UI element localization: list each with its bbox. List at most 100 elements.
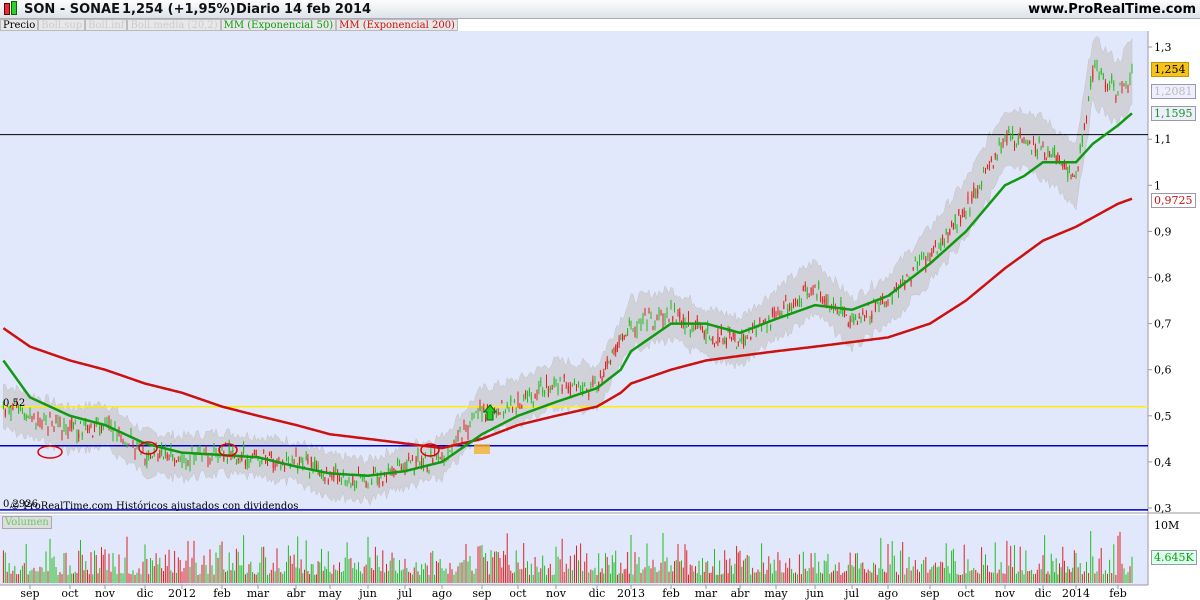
legend-boll-sup[interactable]: Boll.sup [38, 19, 86, 31]
volume-bar [413, 567, 415, 583]
candle [179, 458, 181, 460]
volume-bar [411, 574, 413, 583]
volume-bar [51, 558, 53, 583]
candle [441, 455, 443, 460]
candle [130, 431, 132, 433]
candle [207, 457, 209, 465]
candle [618, 339, 620, 345]
candle [235, 462, 237, 464]
volume-bar [521, 569, 523, 583]
candle [954, 214, 956, 225]
footer-copyright: © ProRealTime.com Históricos ajustados c… [10, 501, 299, 512]
volume-bar [106, 569, 108, 583]
candle [346, 484, 348, 486]
legend-ema50[interactable]: MM (Exponencial 50) [220, 19, 337, 31]
x-tick-label: sep [920, 587, 939, 600]
volume-bar [335, 569, 337, 583]
candle [1052, 148, 1054, 156]
candle [1065, 167, 1067, 170]
volume-bar [981, 547, 983, 583]
volume-bar [642, 569, 644, 583]
candle [1045, 159, 1047, 161]
candle [736, 348, 738, 350]
candle [923, 253, 925, 256]
volume-bar [175, 572, 177, 583]
volume-bar [693, 571, 695, 583]
volume-bar [369, 557, 371, 583]
volume-bar [102, 554, 104, 583]
candle [731, 339, 732, 341]
volume-bar [1098, 558, 1100, 583]
candle [675, 320, 677, 322]
legend-boll-inf[interactable]: Boll.inf [85, 19, 128, 31]
volume-bar [936, 567, 938, 583]
volume-bar [992, 572, 994, 583]
candle [781, 313, 783, 316]
candle [640, 320, 642, 329]
candle [1006, 133, 1008, 143]
candle [469, 423, 471, 427]
candle [887, 302, 889, 306]
candle [689, 332, 691, 334]
candle [717, 332, 719, 344]
volume-bar [844, 571, 846, 583]
candle [1017, 137, 1019, 145]
ema200-tag: 0,9725 [1151, 193, 1196, 208]
volume-bar [1113, 544, 1115, 583]
volume-bar [555, 546, 557, 583]
candle [949, 229, 951, 235]
volume-bar [816, 573, 818, 583]
volume-bar [78, 550, 80, 583]
volume-bar [785, 562, 787, 583]
candle [1107, 84, 1108, 88]
x-tick-label: mar [695, 587, 718, 600]
volume-bar [668, 571, 670, 583]
y-tick-label: 0,8 [1154, 272, 1172, 285]
x-tick-label: 2014 [1062, 587, 1090, 600]
candle [87, 425, 88, 430]
volume-bar [940, 561, 942, 583]
site-link[interactable]: www.ProRealTime.com [1028, 2, 1196, 17]
volume-bar [996, 573, 998, 583]
volume-bar [829, 573, 831, 583]
volume-bar [517, 562, 519, 583]
candle [485, 417, 487, 422]
legend-boll-media[interactable]: Boll.media (20,2) [127, 19, 221, 31]
volume-bar [189, 566, 191, 583]
volume-bar [770, 563, 772, 583]
legend-ema200[interactable]: MM (Exponencial 200) [336, 19, 458, 31]
candle [365, 480, 367, 488]
volume-bar [967, 559, 969, 583]
candle [594, 380, 596, 384]
volume-bar [393, 557, 395, 583]
volume-bar [317, 561, 319, 583]
volume-bar [300, 559, 302, 583]
volume-bar [354, 562, 356, 583]
candle [973, 186, 975, 198]
candle [856, 323, 858, 325]
volume-bar [276, 548, 278, 583]
volume-bar [309, 574, 311, 583]
volume-bar [818, 561, 820, 583]
candle [1019, 131, 1021, 137]
candle [542, 390, 544, 393]
volume-bar [114, 566, 116, 583]
candle [1119, 82, 1121, 85]
candle [729, 331, 731, 335]
legend-price[interactable]: Precio [0, 19, 39, 31]
volume-label: Volumen [2, 516, 52, 529]
volume-bar [906, 568, 908, 583]
volume-bar [931, 567, 933, 583]
volume-bar [179, 559, 181, 583]
candle [561, 388, 563, 392]
volume-bar [459, 562, 461, 583]
candle [693, 328, 695, 330]
volume-bar [250, 561, 252, 583]
candle [546, 378, 547, 388]
candle [278, 457, 280, 460]
candle [1068, 165, 1070, 170]
x-tick-label: feb [1109, 587, 1127, 600]
candle [779, 312, 781, 315]
volume-bar [88, 574, 90, 583]
volume-bar [625, 568, 627, 583]
